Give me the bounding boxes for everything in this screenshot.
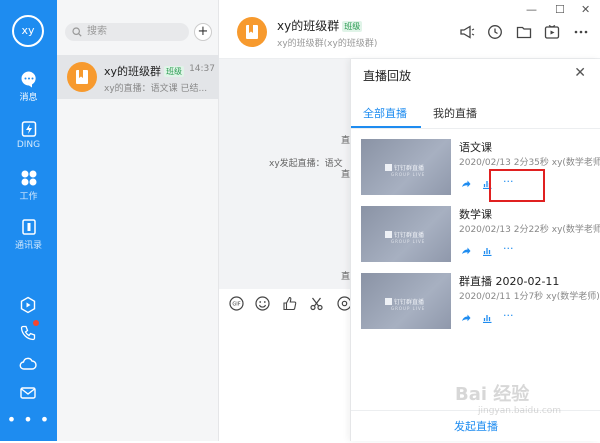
live-replay-icon[interactable]: [544, 24, 560, 40]
system-message: 直: [341, 170, 351, 180]
system-message: xy发起直播：语文: [269, 159, 343, 169]
folder-icon[interactable]: [516, 24, 532, 40]
minimize-button[interactable]: —: [526, 3, 537, 16]
replay-item[interactable]: 钉钉群直播 GROUP LIVE 数学课 2020/02/13 2分22秒 xy…: [361, 206, 600, 262]
thumbnail-logo: 钉钉群直播: [385, 163, 424, 172]
more-options-icon[interactable]: [573, 24, 589, 40]
search-icon: [72, 27, 82, 37]
book-icon: [76, 70, 88, 84]
nav-contacts-label: 通讯录: [14, 241, 42, 251]
replay-meta: 2020/02/13 2分22秒 xy(数学老师): [459, 225, 600, 235]
user-avatar[interactable]: xy: [12, 15, 44, 47]
system-message: 直: [341, 136, 351, 146]
stats-icon[interactable]: [482, 313, 492, 323]
replay-tabs: 全部直播 我的直播: [351, 97, 600, 129]
emoji-icon[interactable]: [255, 296, 270, 311]
watermark: Bai 经验: [455, 384, 530, 405]
search-input[interactable]: 搜索: [65, 23, 189, 41]
conversation-preview: xy的直播：语文课 已结...: [104, 84, 208, 94]
system-message: 直: [341, 272, 351, 282]
replay-title: 数学课: [459, 208, 492, 221]
ding-icon: [21, 121, 36, 137]
nav-work[interactable]: 工作: [0, 169, 57, 202]
book-icon: [246, 25, 258, 39]
more-apps-button[interactable]: • • •: [0, 410, 57, 429]
nav-ding[interactable]: DING: [0, 120, 57, 150]
cloud-icon[interactable]: [19, 355, 37, 373]
replay-title: 群直播 2020-02-11: [459, 275, 560, 288]
chat-group-avatar[interactable]: [237, 17, 267, 47]
conversation-item[interactable]: xy的班级群 班级 14:37 xy的直播：语文课 已结...: [57, 55, 219, 99]
group-avatar: [67, 62, 97, 92]
active-tab-indicator: [351, 126, 421, 128]
message-icon: [21, 71, 36, 88]
window-close-button[interactable]: ✕: [581, 3, 590, 16]
contacts-icon: [21, 219, 36, 235]
thumbnail-sub: GROUP LIVE: [391, 306, 426, 311]
history-clock-icon[interactable]: [487, 24, 503, 40]
replay-thumbnail[interactable]: 钉钉群直播 GROUP LIVE: [361, 273, 451, 329]
nav-messages-label: 消息: [19, 93, 38, 103]
panel-close-button[interactable]: ✕: [574, 65, 586, 81]
highlight-annotation: [489, 169, 545, 202]
share-icon[interactable]: [461, 179, 471, 189]
replay-thumbnail[interactable]: 钉钉群直播 GROUP LIVE: [361, 206, 451, 262]
maximize-button[interactable]: ☐: [555, 3, 565, 16]
conversation-list-panel: 搜索 + xy的班级群 班级 14:37 xy的直播：语文课 已结...: [57, 0, 219, 441]
left-nav-rail: xy 消息 DING 工作 通讯录 • • •: [0, 0, 57, 441]
announcement-icon[interactable]: [459, 24, 475, 40]
more-options-button[interactable]: ···: [503, 309, 514, 322]
share-icon[interactable]: [461, 313, 471, 323]
gif-icon[interactable]: GIF: [229, 296, 244, 311]
panel-title: 直播回放: [363, 69, 412, 83]
conversation-title: xy的班级群 班级: [104, 65, 185, 78]
chat-title: xy的班级群 班级: [277, 19, 363, 33]
class-tag: 班级: [164, 66, 185, 77]
tab-all-live[interactable]: 全部直播: [363, 105, 407, 121]
nav-contacts[interactable]: 通讯录: [0, 218, 57, 251]
stats-icon[interactable]: [482, 246, 492, 256]
thumbnail-logo: 钉钉群直播: [385, 230, 424, 239]
replay-thumbnail[interactable]: 钉钉群直播 GROUP LIVE: [361, 139, 451, 195]
panel-footer: 发起直播: [351, 410, 600, 441]
watermark-url: jingyan.baidu.com: [478, 406, 562, 416]
workbench-icon: [21, 170, 36, 186]
thumbnail-logo: 钉钉群直播: [385, 297, 424, 306]
thumbs-up-icon[interactable]: [282, 296, 297, 311]
thumbnail-sub: GROUP LIVE: [391, 172, 426, 177]
replay-item[interactable]: 钉钉群直播 GROUP LIVE 群直播 2020-02-11 2020/02/…: [361, 273, 600, 329]
nav-work-label: 工作: [19, 192, 38, 202]
chat-subtitle: xy的班级群(xy的班级群): [277, 39, 378, 49]
thumbnail-sub: GROUP LIVE: [391, 239, 426, 244]
conversation-time: 14:37: [189, 64, 215, 74]
live-hexagon-icon[interactable]: [19, 296, 37, 314]
start-live-button[interactable]: 发起直播: [454, 420, 498, 433]
add-button[interactable]: +: [194, 23, 212, 41]
replay-meta: 2020/02/13 2分35秒 xy(数学老师): [459, 158, 600, 168]
chat-message-area: 直 xy发起直播：语文 直 直: [219, 59, 350, 289]
svg-text:GIF: GIF: [232, 302, 240, 308]
nav-messages[interactable]: 消息: [0, 70, 57, 103]
notification-dot: [33, 320, 39, 326]
mail-icon[interactable]: [19, 384, 37, 402]
nav-ding-label: DING: [16, 140, 41, 150]
more-options-button[interactable]: ···: [503, 242, 514, 255]
input-toolbar: GIF: [219, 289, 352, 319]
replay-title: 语文课: [459, 141, 492, 154]
class-tag: 班级: [342, 21, 363, 32]
phone-icon[interactable]: [19, 324, 37, 342]
replay-item[interactable]: 钉钉群直播 GROUP LIVE 语文课 2020/02/13 2分35秒 xy…: [361, 139, 600, 195]
share-icon[interactable]: [461, 246, 471, 256]
tab-my-live[interactable]: 我的直播: [433, 105, 477, 121]
replay-meta: 2020/02/11 1分7秒 xy(数学老师): [459, 292, 600, 302]
search-placeholder: 搜索: [87, 26, 107, 37]
scissors-icon[interactable]: [309, 296, 324, 311]
chat-header: — ☐ ✕ xy的班级群 班级 xy的班级群(xy的班级群): [219, 0, 600, 59]
